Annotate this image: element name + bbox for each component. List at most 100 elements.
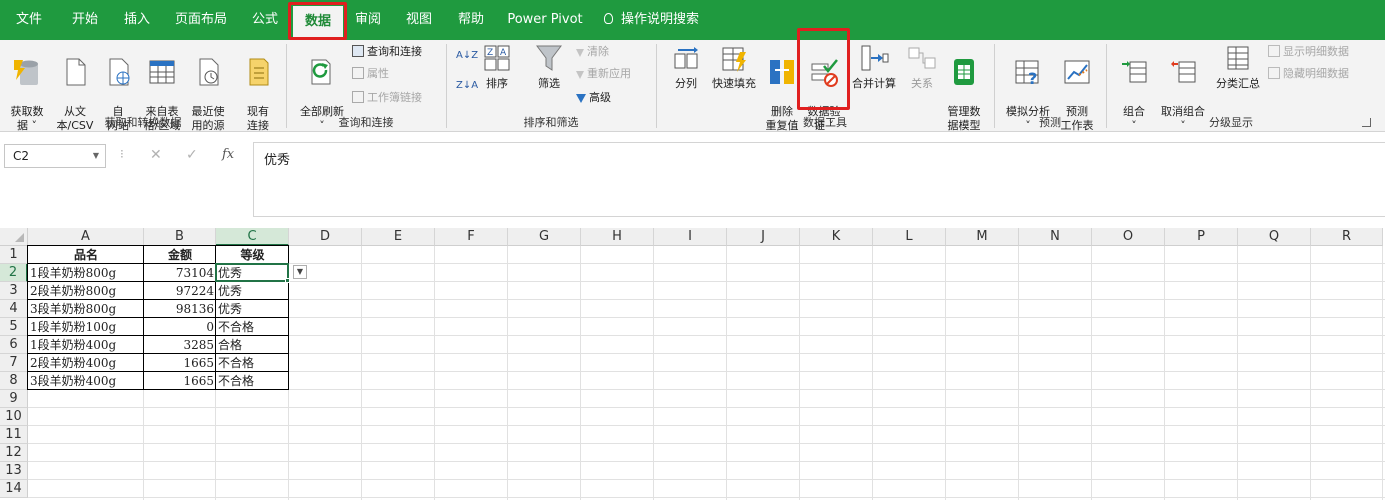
column-header-k[interactable]: K (800, 228, 873, 246)
table-cell[interactable]: 1段羊奶粉400g (28, 336, 144, 354)
table-cell[interactable]: 1665 (144, 354, 216, 372)
advanced-filter-button[interactable]: 高级 (576, 90, 611, 106)
column-header-m[interactable]: M (946, 228, 1019, 246)
dialog-launcher-icon[interactable] (1362, 118, 1371, 127)
table-cell[interactable]: 0 (144, 318, 216, 336)
consolidate-button[interactable]: 合并计算 (848, 42, 900, 91)
column-header-j[interactable]: J (727, 228, 800, 246)
row-header-4[interactable]: 4 (0, 300, 28, 318)
table-cell[interactable]: 3段羊奶粉400g (28, 372, 144, 390)
table-cell[interactable]: 98136 (144, 300, 216, 318)
table-header-cell[interactable]: 品名 (28, 246, 144, 264)
sort-ascending-button[interactable]: A↓Z (456, 48, 478, 64)
tab-insert[interactable]: 插入 (114, 0, 160, 40)
row-header-14[interactable]: 14 (0, 480, 28, 498)
cancel-icon[interactable]: ✕ (150, 147, 162, 163)
tab-formulas[interactable]: 公式 (242, 0, 288, 40)
relationships-button[interactable]: 关系 (904, 42, 940, 91)
tab-page-layout[interactable]: 页面布局 (168, 0, 234, 40)
table-cell[interactable]: 不合格 (216, 318, 289, 336)
column-header-i[interactable]: I (654, 228, 727, 246)
spreadsheet-grid: A B C D E F G H I J K L M N O P Q R 1 2 3 4 5 6 7 8 9 10 11 12 13 14 品名金… (0, 228, 1385, 500)
insert-function-icon[interactable]: fx (222, 147, 234, 162)
column-header-r[interactable]: R (1311, 228, 1383, 246)
row-header-6[interactable]: 6 (0, 336, 28, 354)
tell-me-search[interactable]: 操作说明搜索 (604, 0, 722, 40)
row-header-2[interactable]: 2 (0, 264, 28, 282)
relationships-icon (908, 47, 936, 69)
properties-button[interactable]: 属性 (352, 66, 389, 82)
select-all-button[interactable] (0, 228, 28, 246)
column-header-p[interactable]: P (1165, 228, 1238, 246)
hide-detail-button[interactable]: 隐藏明细数据 (1268, 66, 1349, 82)
table-cell[interactable]: 2段羊奶粉400g (28, 354, 144, 372)
table-cell[interactable]: 3段羊奶粉800g (28, 300, 144, 318)
row-header-7[interactable]: 7 (0, 354, 28, 372)
column-header-n[interactable]: N (1019, 228, 1092, 246)
table-header-cell[interactable]: 金额 (144, 246, 216, 264)
table-cell[interactable]: 3285 (144, 336, 216, 354)
table-cell[interactable]: 不合格 (216, 354, 289, 372)
queries-icon (352, 45, 364, 57)
column-header-g[interactable]: G (508, 228, 581, 246)
group-label-outline: 分级显示 (1209, 116, 1253, 129)
enter-icon[interactable]: ✓ (186, 147, 198, 163)
column-header-l[interactable]: L (873, 228, 946, 246)
row-header-9[interactable]: 9 (0, 390, 28, 408)
column-header-h[interactable]: H (581, 228, 654, 246)
fill-handle[interactable] (285, 278, 290, 283)
row-header-11[interactable]: 11 (0, 426, 28, 444)
name-box[interactable]: C2 ▼ (4, 144, 106, 168)
row-header-10[interactable]: 10 (0, 408, 28, 426)
table-header-cell[interactable]: 等级 (216, 246, 289, 264)
text-to-columns-button[interactable]: 分列 (668, 42, 704, 91)
column-header-o[interactable]: O (1092, 228, 1165, 246)
row-header-8[interactable]: 8 (0, 372, 28, 390)
table-cell[interactable]: 97224 (144, 282, 216, 300)
forecast-icon (1064, 60, 1090, 84)
tab-data[interactable]: 数据 (293, 6, 343, 40)
tab-home[interactable]: 开始 (62, 0, 108, 40)
tab-review[interactable]: 审阅 (346, 0, 390, 40)
column-header-b[interactable]: B (144, 228, 216, 246)
table-cell[interactable]: 2段羊奶粉800g (28, 282, 144, 300)
sort-descending-button[interactable]: Z↓A (456, 78, 478, 94)
table-cell[interactable]: 优秀 (216, 300, 289, 318)
table-cell[interactable]: 不合格 (216, 372, 289, 390)
column-header-d[interactable]: D (289, 228, 362, 246)
clear-filter-button[interactable]: 清除 (576, 44, 609, 60)
tab-view[interactable]: 视图 (396, 0, 442, 40)
table-cell[interactable]: 合格 (216, 336, 289, 354)
table-cell[interactable]: 73104 (144, 264, 216, 282)
row-header-12[interactable]: 12 (0, 444, 28, 462)
column-header-f[interactable]: F (435, 228, 508, 246)
show-detail-button[interactable]: 显示明细数据 (1268, 44, 1349, 60)
tab-power-pivot[interactable]: Power Pivot (502, 0, 588, 40)
column-header-e[interactable]: E (362, 228, 435, 246)
tab-help[interactable]: 帮助 (448, 0, 494, 40)
svg-text:Z: Z (487, 48, 493, 58)
edit-links-button[interactable]: 工作簿链接 (352, 90, 422, 106)
column-header-c[interactable]: C (216, 228, 289, 246)
row-header-5[interactable]: 5 (0, 318, 28, 336)
row-header-3[interactable]: 3 (0, 282, 28, 300)
table-cell[interactable]: 1段羊奶粉800g (28, 264, 144, 282)
column-header-q[interactable]: Q (1238, 228, 1311, 246)
table-cell[interactable]: 优秀 (216, 282, 289, 300)
filter-button[interactable]: 筛选 (532, 42, 566, 91)
subtotal-button[interactable]: 分类汇总 (1212, 42, 1264, 91)
table-cell[interactable]: 1段羊奶粉100g (28, 318, 144, 336)
formula-input[interactable]: 优秀 (253, 142, 1385, 217)
queries-connections-button[interactable]: 查询和连接 (352, 44, 422, 60)
reapply-button[interactable]: 重新应用 (576, 66, 631, 82)
clear-icon (576, 49, 584, 57)
tab-file[interactable]: 文件 (6, 0, 52, 40)
validation-dropdown-button[interactable]: ▼ (293, 265, 307, 279)
row-header-13[interactable]: 13 (0, 462, 28, 480)
row-header-1[interactable]: 1 (0, 246, 28, 264)
sort-button[interactable]: ZA 排序 (480, 42, 514, 91)
column-header-a[interactable]: A (28, 228, 144, 246)
table-cell[interactable]: 1665 (144, 372, 216, 390)
hide-detail-icon (1268, 67, 1280, 79)
flash-fill-button[interactable]: 快速填充 (708, 42, 760, 91)
